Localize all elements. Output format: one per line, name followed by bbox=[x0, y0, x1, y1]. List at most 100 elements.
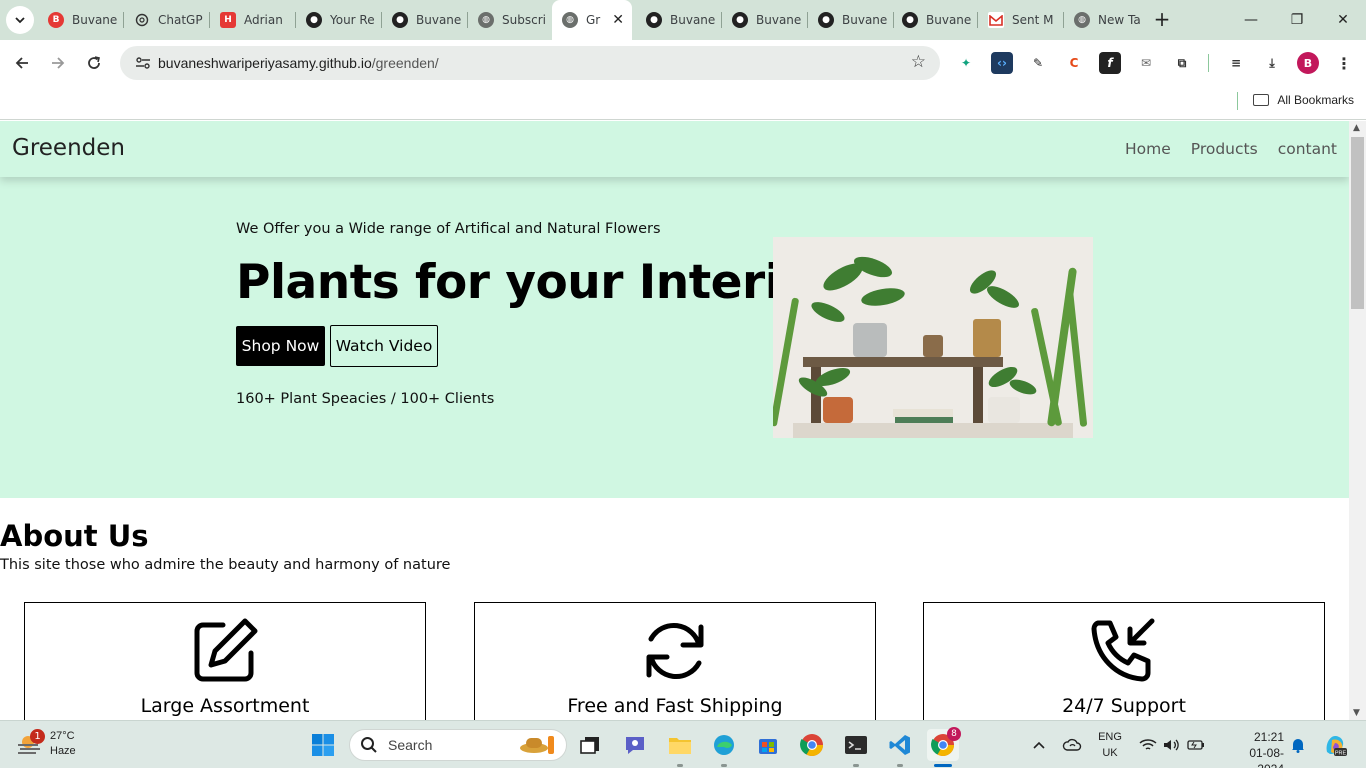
feature-title: Large Assortment bbox=[140, 695, 310, 717]
reload-icon bbox=[88, 56, 100, 69]
tab-title: Buvane bbox=[670, 13, 716, 27]
feature-card-support: 24/7 Support bbox=[923, 602, 1325, 720]
address-bar[interactable]: buvaneshwariperiyasamy.github.io/greende… bbox=[120, 46, 940, 80]
minimize-button[interactable]: — bbox=[1228, 0, 1274, 40]
eyedropper-icon[interactable]: ✎ bbox=[1027, 52, 1049, 74]
tab-4[interactable]: ● Your Re bbox=[296, 6, 382, 34]
nav-link-contant[interactable]: contant bbox=[1278, 140, 1337, 158]
mail-icon[interactable]: ✉ bbox=[1135, 52, 1157, 74]
vscode-button[interactable] bbox=[884, 729, 916, 761]
folder-icon bbox=[669, 738, 691, 754]
close-tab-icon[interactable]: ✕ bbox=[612, 12, 624, 28]
extension-code-icon[interactable]: ‹› bbox=[991, 52, 1013, 74]
back-button[interactable] bbox=[7, 48, 37, 78]
bookmark-star-icon[interactable]: ☆ bbox=[911, 52, 926, 72]
scrollbar-thumb[interactable] bbox=[1351, 137, 1364, 309]
system-clock[interactable]: 21:21 01-08-2024 bbox=[1226, 729, 1284, 768]
tab-11[interactable]: ● Buvane bbox=[892, 6, 978, 34]
tab-5[interactable]: ● Buvane bbox=[382, 6, 468, 34]
language-code: ENG bbox=[1098, 731, 1122, 743]
file-explorer-button[interactable] bbox=[664, 729, 696, 761]
site-brand[interactable]: Greenden bbox=[12, 135, 125, 161]
tab-strip: B Buvane ChatGP H Adrian ● Your Re ● Buv… bbox=[0, 0, 1366, 40]
page-scrollbar[interactable]: ▲ ▼ bbox=[1349, 121, 1366, 720]
active-indicator bbox=[934, 764, 952, 767]
restore-button[interactable]: ❐ bbox=[1274, 0, 1320, 40]
windows-start-button[interactable] bbox=[307, 729, 339, 761]
more-menu-icon[interactable]: ⋮ bbox=[1333, 52, 1355, 74]
nav-link-products[interactable]: Products bbox=[1191, 140, 1258, 158]
extensions-puzzle-icon[interactable]: ⧉ bbox=[1171, 52, 1193, 74]
edge-browser-button[interactable] bbox=[708, 729, 740, 761]
chrome-active-button[interactable]: 8 bbox=[927, 727, 961, 761]
chrome-taskbar-button[interactable] bbox=[796, 729, 828, 761]
tab-2[interactable]: ChatGP bbox=[124, 6, 210, 34]
store-button[interactable] bbox=[752, 729, 784, 761]
edit-pencil-icon bbox=[194, 618, 258, 682]
weather-widget[interactable]: 1 27°C Haze bbox=[16, 729, 76, 759]
scroll-down-arrow-icon[interactable]: ▼ bbox=[1353, 708, 1360, 718]
phone-incoming-icon bbox=[1091, 618, 1155, 682]
shop-now-button[interactable]: Shop Now bbox=[236, 326, 325, 366]
extension-c-icon[interactable]: C bbox=[1063, 52, 1085, 74]
arrow-left-icon bbox=[15, 57, 28, 69]
terminal-icon bbox=[845, 736, 867, 754]
terminal-button[interactable] bbox=[840, 729, 872, 761]
notification-bell-icon[interactable] bbox=[1290, 721, 1306, 768]
globe-icon: ◍ bbox=[478, 12, 494, 28]
weather-temp: 27°C bbox=[50, 730, 75, 742]
new-tab-button[interactable]: + bbox=[1150, 8, 1174, 32]
wifi-icon[interactable] bbox=[1139, 721, 1157, 768]
volume-icon[interactable] bbox=[1163, 721, 1181, 768]
nav-link-home[interactable]: Home bbox=[1125, 140, 1171, 158]
running-indicator bbox=[897, 764, 903, 767]
forward-button[interactable] bbox=[43, 48, 73, 78]
site-info-icon[interactable] bbox=[130, 50, 156, 76]
folder-icon bbox=[1253, 94, 1270, 106]
scroll-up-arrow-icon[interactable]: ▲ bbox=[1353, 123, 1360, 133]
github-icon: ● bbox=[306, 12, 322, 28]
tab-7-active[interactable]: ◍ Gr ✕ bbox=[552, 0, 632, 40]
weather-condition: Haze bbox=[50, 745, 76, 757]
chrome-window-badge: 8 bbox=[947, 727, 961, 741]
url-text: buvaneshwariperiyasamy.github.io/greende… bbox=[158, 55, 439, 71]
tab-6[interactable]: ◍ Subscri bbox=[468, 6, 554, 34]
task-view-button[interactable] bbox=[574, 729, 606, 761]
tab-13[interactable]: ◍ New Ta bbox=[1064, 6, 1144, 34]
feature-title: Free and Fast Shipping bbox=[567, 695, 783, 717]
tab-title: Buvane bbox=[72, 13, 118, 27]
profile-avatar[interactable]: B bbox=[1297, 52, 1319, 74]
language-indicator[interactable]: ENG UK bbox=[1098, 729, 1122, 761]
extension-bird-icon[interactable]: ✦ bbox=[955, 52, 977, 74]
download-icon[interactable]: ⤓ bbox=[1261, 52, 1283, 74]
all-bookmarks-button[interactable]: All Bookmarks bbox=[1253, 93, 1354, 107]
taskbar-search[interactable]: Search bbox=[349, 729, 567, 761]
battery-icon[interactable] bbox=[1187, 721, 1205, 768]
tab-3[interactable]: H Adrian bbox=[210, 6, 296, 34]
meet-app-button[interactable] bbox=[619, 729, 651, 761]
close-window-button[interactable]: ✕ bbox=[1320, 0, 1366, 40]
chatgpt-icon bbox=[134, 12, 150, 28]
copilot-button[interactable]: PRE bbox=[1322, 721, 1348, 768]
media-control-icon[interactable]: ≡ bbox=[1225, 52, 1247, 74]
running-indicator bbox=[677, 764, 683, 767]
tab-1[interactable]: B Buvane bbox=[38, 6, 124, 34]
watch-video-button[interactable]: Watch Video bbox=[330, 325, 438, 367]
store-icon bbox=[759, 739, 777, 754]
show-hidden-icons-button[interactable] bbox=[1032, 721, 1046, 768]
tab-10[interactable]: ● Buvane bbox=[808, 6, 894, 34]
bookmarks-bar: All Bookmarks bbox=[0, 85, 1366, 120]
github-icon: ● bbox=[646, 12, 662, 28]
tab-9[interactable]: ● Buvane bbox=[722, 6, 808, 34]
tab-12[interactable]: Sent M bbox=[978, 6, 1064, 34]
tab-search-button[interactable] bbox=[6, 6, 34, 34]
onedrive-sync-button[interactable] bbox=[1062, 721, 1082, 768]
globe-icon: ◍ bbox=[562, 12, 578, 28]
hero-stats: 160+ Plant Speacies / 100+ Clients bbox=[236, 391, 495, 407]
reload-button[interactable] bbox=[79, 48, 109, 78]
h-red-icon: H bbox=[220, 12, 236, 28]
tab-title: Adrian bbox=[244, 13, 283, 27]
extension-f-icon[interactable]: f bbox=[1099, 52, 1121, 74]
tab-title: Sent M bbox=[1012, 13, 1054, 27]
tab-8[interactable]: ● Buvane bbox=[636, 6, 722, 34]
